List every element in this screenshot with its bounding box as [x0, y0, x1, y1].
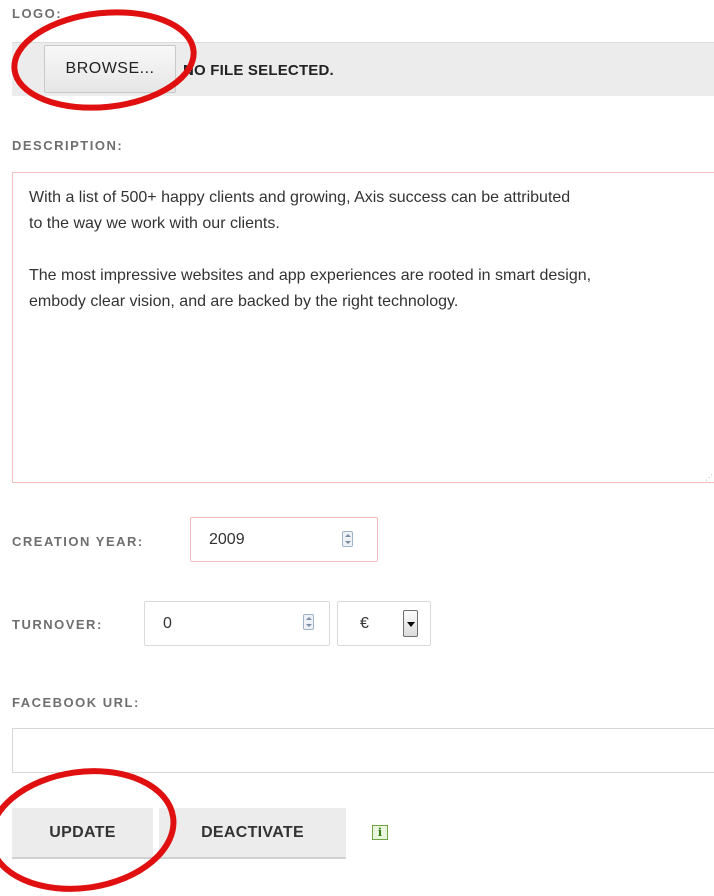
- browse-button[interactable]: BROWSE...: [44, 45, 176, 93]
- info-icon[interactable]: i: [372, 825, 388, 840]
- facebook-url-input[interactable]: [12, 728, 714, 773]
- turnover-spinner-icon[interactable]: [303, 614, 314, 630]
- logo-label: LOGO:: [12, 6, 63, 21]
- description-label: DESCRIPTION:: [12, 138, 124, 153]
- creation-year-label: CREATION YEAR:: [12, 534, 144, 549]
- file-status-text: NO FILE SELECTED.: [183, 62, 334, 79]
- resize-grip-icon[interactable]: ⋰: [705, 473, 713, 482]
- dropdown-arrow-icon[interactable]: [403, 610, 418, 637]
- facebook-url-label: FACEBOOK URL:: [12, 695, 140, 710]
- creation-year-spinner-icon[interactable]: [342, 531, 353, 547]
- creation-year-value: 2009: [209, 530, 245, 548]
- deactivate-button[interactable]: DEACTIVATE: [159, 808, 346, 859]
- turnover-label: TURNOVER:: [12, 617, 103, 632]
- update-button[interactable]: UPDATE: [12, 808, 153, 859]
- currency-selected-value: €: [360, 615, 369, 632]
- description-textarea[interactable]: With a list of 500+ happy clients and gr…: [12, 172, 714, 483]
- turnover-value: 0: [163, 614, 172, 632]
- currency-select[interactable]: €: [337, 601, 431, 646]
